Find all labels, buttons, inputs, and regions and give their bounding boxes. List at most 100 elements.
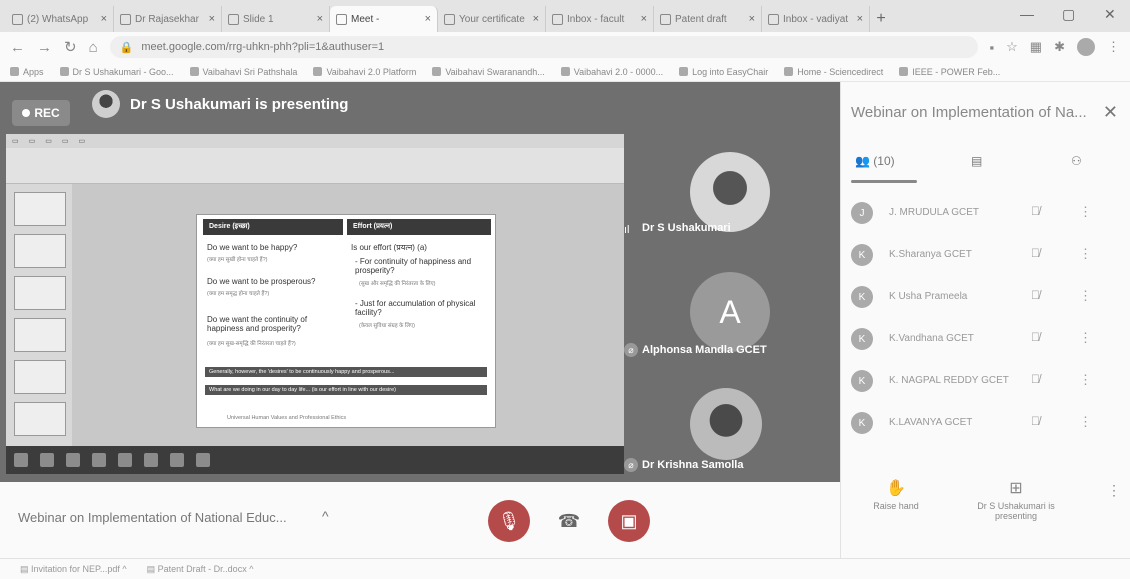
bookmark-item[interactable]: Dr S Ushakumari - Goo... (59, 67, 174, 77)
tab-label: (2) WhatsApp (27, 13, 89, 25)
explorer-icon[interactable] (92, 453, 106, 467)
reload-icon[interactable]: ↻ (64, 38, 77, 56)
chrome-icon[interactable] (118, 453, 132, 467)
more-options-icon[interactable]: ⋮ (1107, 482, 1121, 499)
close-icon[interactable]: × (425, 13, 431, 25)
back-icon[interactable]: ← (10, 39, 25, 56)
meeting-title[interactable]: Webinar on Implementation of National Ed… (18, 510, 287, 525)
raise-hand-button[interactable]: ✋ Raise hand (851, 478, 941, 511)
powerpoint-icon[interactable] (144, 453, 158, 467)
presenting-banner: Dr S Ushakumari is presenting (130, 96, 349, 113)
present-screen-icon: ⊞ (1009, 480, 1023, 497)
slide-text: - For continuity of happiness and prospe… (355, 257, 472, 276)
close-icon[interactable]: × (317, 13, 323, 25)
more-options-icon[interactable]: ⋮ (1079, 246, 1092, 262)
star-icon[interactable]: ☆ (1006, 39, 1018, 55)
close-icon[interactable]: ✕ (1103, 102, 1118, 123)
bookmark-item[interactable]: IEEE - POWER Feb... (899, 67, 1000, 77)
list-item[interactable]: K K.Vandhana GCET 🎙̸ ⋮ (841, 318, 1130, 360)
new-tab-button[interactable]: + (870, 6, 892, 32)
profile-avatar[interactable] (1077, 38, 1095, 56)
list-item[interactable]: K K.LAVANYA GCET 🎙̸ ⋮ (841, 402, 1130, 444)
more-options-icon[interactable]: ⋮ (1079, 372, 1092, 388)
close-icon[interactable]: × (209, 13, 215, 25)
tab-label: Patent draft (675, 13, 727, 25)
taskview-icon[interactable] (66, 453, 80, 467)
list-item[interactable]: K K.Sharanya GCET 🎙̸ ⋮ (841, 234, 1130, 276)
more-options-icon[interactable]: ⋮ (1079, 330, 1092, 346)
home-icon[interactable]: ⌂ (89, 39, 98, 56)
camera-toggle-button[interactable]: ▣ (608, 500, 650, 542)
mic-toggle-button[interactable]: 🎙 (488, 500, 530, 542)
camera-icon[interactable]: ▪ (990, 40, 995, 55)
close-icon[interactable]: × (641, 13, 647, 25)
extension-icon[interactable]: ▦ (1030, 39, 1042, 55)
bookmark-item[interactable]: Home - Sciencedirect (784, 67, 883, 77)
more-options-icon[interactable]: ⋮ (1079, 414, 1092, 430)
presenting-button[interactable]: ⊞ Dr S Ushakumari is presenting (971, 478, 1061, 521)
close-icon[interactable]: × (533, 13, 539, 25)
browser-tab[interactable]: Patent draft × (654, 6, 762, 32)
browser-tab-active[interactable]: Meet - × (330, 6, 438, 32)
browser-tab[interactable]: Inbox - facult × (546, 6, 654, 32)
person-name: J. MRUDULA GCET (889, 207, 980, 218)
list-item[interactable]: K K. NAGPAL REDDY GCET 🎙̸ ⋮ (841, 360, 1130, 402)
start-icon[interactable] (14, 453, 28, 467)
bookmark-item[interactable]: Log into EasyChair (679, 67, 768, 77)
mic-off-icon[interactable]: 🎙̸ (1031, 204, 1040, 218)
tab-favicon-icon (552, 13, 563, 25)
mic-off-icon[interactable]: 🎙̸ (1031, 414, 1040, 428)
tab-label: Meet - (351, 13, 380, 25)
close-icon[interactable]: × (857, 13, 863, 25)
more-options-icon[interactable]: ⋮ (1079, 288, 1092, 304)
browser-tab[interactable]: (2) WhatsApp × (6, 6, 114, 32)
person-name: K.Vandhana GCET (889, 333, 974, 344)
bookmark-item[interactable]: Vaibahavi 2.0 - 0000... (560, 67, 663, 77)
menu-dots-icon[interactable]: ⋮ (1107, 39, 1120, 55)
participant-avatar (690, 152, 770, 232)
window-close-icon[interactable]: ✕ (1104, 6, 1116, 23)
ribbon-tab-icon: ▭ (28, 138, 36, 145)
minimize-icon[interactable]: — (1020, 6, 1034, 22)
mic-off-icon[interactable]: 🎙̸ (1031, 246, 1040, 260)
tab-label: Inbox - vadiyat (783, 13, 849, 25)
word-icon[interactable] (170, 453, 184, 467)
tab-people[interactable]: 👥 (10) (855, 154, 895, 168)
mic-off-icon[interactable]: 🎙̸ (1031, 288, 1040, 302)
bookmark-item[interactable]: Vaibahavi Swaranandh... (432, 67, 545, 77)
lock-icon: 🔒 (119, 41, 134, 54)
url-field[interactable]: 🔒 meet.google.com/rrg-uhkn-phh?pli=1&aut… (109, 36, 978, 58)
chevron-up-icon[interactable]: ^ (322, 508, 329, 524)
hand-icon: ✋ (886, 480, 906, 497)
tab-chat[interactable]: ▤ (971, 154, 982, 168)
list-item[interactable]: K K Usha Prameela 🎙̸ ⋮ (841, 276, 1130, 318)
download-item[interactable]: ▤ Patent Draft - Dr..docx ^ (147, 564, 254, 575)
close-icon[interactable]: × (101, 13, 107, 25)
app-icon[interactable] (196, 453, 210, 467)
bookmark-item[interactable]: Vaibahavi Sri Pathshala (189, 67, 297, 77)
people-list: J J. MRUDULA GCET 🎙̸ ⋮ K K.Sharanya GCET 🎙̸ ⋮ … (841, 192, 1130, 444)
ribbon-tab-icon: ▭ (78, 138, 86, 145)
leave-call-button[interactable]: ☎ (548, 500, 590, 542)
avatar: K (851, 244, 873, 266)
slide-column-heading: Desire (इच्छा) (203, 219, 343, 235)
list-item[interactable]: J J. MRUDULA GCET 🎙̸ ⋮ (841, 192, 1130, 234)
tab-activities[interactable]: ⚇ (1071, 154, 1082, 168)
slide-note: Generally, however, the 'desires' to be … (205, 367, 487, 377)
bookmark-item[interactable]: Vaibahavi 2.0 Platform (313, 67, 416, 77)
slide-footer: Universal Human Values and Professional … (227, 415, 347, 421)
browser-tab[interactable]: Slide 1 × (222, 6, 330, 32)
browser-tab[interactable]: Inbox - vadiyat × (762, 6, 870, 32)
forward-icon[interactable]: → (37, 39, 52, 56)
more-options-icon[interactable]: ⋮ (1079, 204, 1092, 220)
browser-tab[interactable]: Your certificate × (438, 6, 546, 32)
maximize-icon[interactable]: ▢ (1062, 6, 1075, 23)
download-item[interactable]: ▤ Invitation for NEP...pdf ^ (20, 564, 127, 575)
browser-tab[interactable]: Dr Rajasekhar × (114, 6, 222, 32)
mic-off-icon[interactable]: 🎙̸ (1031, 330, 1040, 344)
bookmark-item[interactable]: Apps (10, 67, 44, 77)
mic-off-icon[interactable]: 🎙̸ (1031, 372, 1040, 386)
puzzle-icon[interactable]: ✱ (1054, 39, 1065, 55)
close-icon[interactable]: × (749, 13, 755, 25)
search-icon[interactable] (40, 453, 54, 467)
